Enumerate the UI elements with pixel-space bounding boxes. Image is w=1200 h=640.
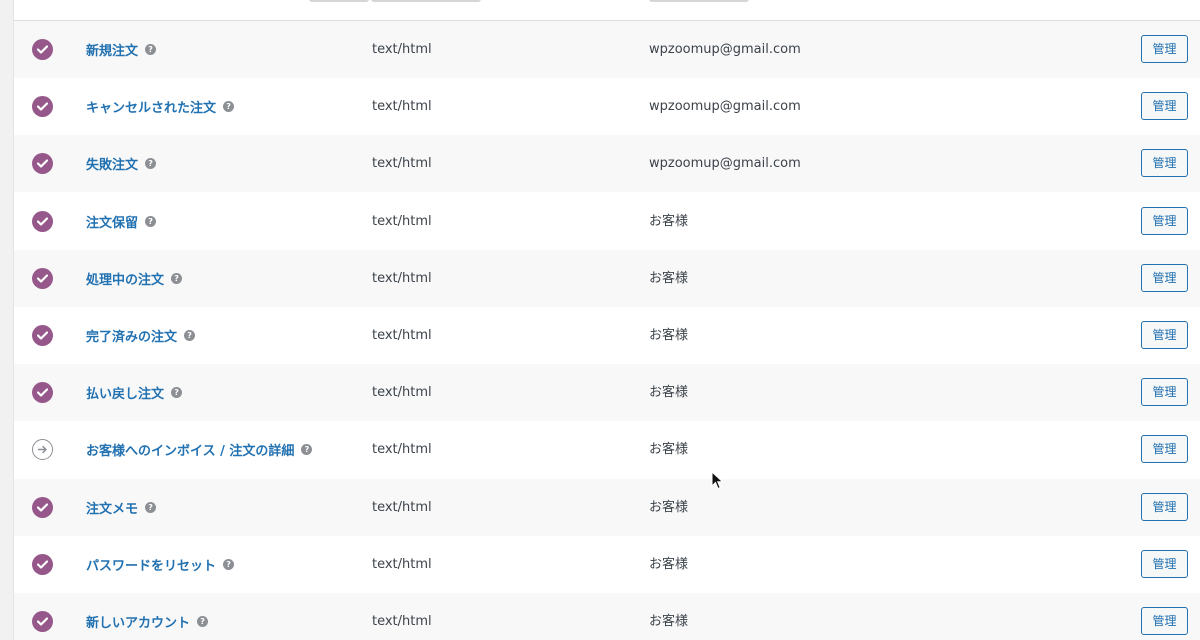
table-row: 注文保留? text/html お客様 管理 (14, 192, 1200, 250)
content-type: text/html (372, 99, 432, 115)
table-header (14, 0, 1200, 21)
table-row: 処理中の注文? text/html お客様 管理 (14, 249, 1200, 307)
email-name-cell: 新規注文? (86, 21, 157, 78)
enabled-check-icon (32, 210, 53, 232)
manage-button[interactable]: 管理 (1141, 378, 1188, 407)
table-row: 新規注文? text/html wpzoomup@gmail.com 管理 (14, 21, 1200, 78)
email-name-cell: 完了済みの注文? (86, 307, 196, 364)
manage-button[interactable]: 管理 (1141, 321, 1188, 349)
recipient: お客様 (649, 213, 689, 229)
email-name-link[interactable]: 完了済みの注文 (86, 330, 177, 345)
help-tip-icon[interactable]: ? (171, 387, 183, 399)
email-name-link[interactable]: お客様へのインボイス / 注文の詳細 (86, 444, 294, 459)
table-row: 完了済みの注文? text/html お客様 管理 (14, 307, 1200, 364)
header-cell-cutoff (309, 0, 369, 2)
manage-button[interactable]: 管理 (1141, 492, 1188, 521)
help-tip-icon[interactable]: ? (223, 558, 235, 570)
content-type: text/html (372, 556, 432, 572)
email-name-cell: 新しいアカウント? (86, 593, 209, 640)
content-type: text/html (372, 270, 432, 286)
manage-button[interactable]: 管理 (1141, 149, 1188, 178)
table-row: キャンセルされた注文? text/html wpzoomup@gmail.com 管理 (14, 78, 1200, 136)
email-name-link[interactable]: 払い戻し注文 (86, 387, 164, 402)
table-row: 新しいアカウント? text/html お客様 管理 (14, 593, 1200, 640)
content-type: text/html (372, 213, 432, 229)
recipient: お客様 (649, 499, 689, 515)
recipient: wpzoomup@gmail.com (649, 99, 801, 115)
recipient: お客様 (649, 385, 689, 401)
manage-button[interactable]: 管理 (1141, 435, 1188, 464)
email-name-cell: キャンセルされた注文? (86, 78, 235, 135)
help-tip-icon[interactable]: ? (171, 272, 183, 284)
mouse-cursor-icon (711, 471, 724, 490)
enabled-check-icon (32, 325, 53, 346)
recipient: お客様 (649, 270, 689, 286)
email-name-cell: パスワードをリセット? (86, 536, 235, 593)
content-type: text/html (372, 442, 432, 458)
email-name-link[interactable]: 新規注文 (86, 44, 138, 59)
content-type: text/html (372, 385, 432, 401)
help-tip-icon[interactable]: ? (301, 444, 313, 456)
help-tip-icon[interactable]: ? (145, 44, 157, 55)
email-notifications-table: 新規注文? text/html wpzoomup@gmail.com 管理 キャンセルさ… (13, 0, 1200, 640)
manage-button[interactable]: 管理 (1141, 92, 1188, 121)
manage-button[interactable]: 管理 (1141, 35, 1188, 63)
table-row: お客様へのインボイス / 注文の詳細? text/html お客様 管理 (14, 421, 1200, 479)
email-name-cell: 失敗注文? (86, 135, 157, 192)
manage-button[interactable]: 管理 (1141, 549, 1188, 578)
help-tip-icon[interactable]: ? (145, 501, 157, 513)
email-name-cell: 処理中の注文? (86, 250, 183, 307)
recipient: お客様 (649, 442, 689, 458)
email-name-link[interactable]: 注文メモ (86, 502, 138, 517)
recipient: wpzoomup@gmail.com (649, 42, 801, 57)
enabled-check-icon (32, 153, 53, 175)
table-row: 注文メモ? text/html お客様 管理 (14, 478, 1200, 536)
header-cell-cutoff (371, 0, 481, 2)
header-cell-cutoff (649, 0, 749, 2)
table-row: 失敗注文? text/html wpzoomup@gmail.com 管理 (14, 135, 1200, 193)
enabled-check-icon (32, 267, 53, 289)
help-tip-icon[interactable]: ? (223, 101, 235, 113)
email-name-cell: 払い戻し注文? (86, 364, 183, 421)
table-row: パスワードをリセット? text/html お客様 管理 (14, 535, 1200, 593)
content-type: text/html (372, 499, 432, 515)
manual-arrow-icon (32, 439, 53, 461)
email-name-link[interactable]: パスワードをリセット (86, 559, 216, 574)
email-name-link[interactable]: キャンセルされた注文 (86, 101, 216, 116)
manage-button[interactable]: 管理 (1141, 607, 1188, 635)
help-tip-icon[interactable]: ? (184, 330, 196, 341)
recipient: wpzoomup@gmail.com (649, 156, 801, 172)
manage-button[interactable]: 管理 (1141, 263, 1188, 292)
recipient: お客様 (649, 328, 689, 343)
help-tip-icon[interactable]: ? (145, 215, 157, 227)
enabled-check-icon (32, 382, 53, 404)
table-row: 払い戻し注文? text/html お客様 管理 (14, 364, 1200, 422)
enabled-check-icon (32, 96, 53, 118)
email-name-link[interactable]: 失敗注文 (86, 158, 138, 173)
recipient: お客様 (649, 556, 689, 572)
enabled-check-icon (32, 553, 53, 575)
email-name-cell: お客様へのインボイス / 注文の詳細? (86, 421, 313, 478)
recipient: お客様 (649, 614, 689, 629)
content-type: text/html (372, 328, 432, 343)
email-name-cell: 注文メモ? (86, 479, 157, 536)
email-name-link[interactable]: 処理中の注文 (86, 273, 164, 288)
email-name-link[interactable]: 注文保留 (86, 216, 138, 231)
email-name-cell: 注文保留? (86, 193, 157, 250)
content-type: text/html (372, 156, 432, 172)
content-type: text/html (372, 42, 432, 57)
content-type: text/html (372, 614, 432, 629)
help-tip-icon[interactable]: ? (145, 158, 157, 170)
enabled-check-icon (32, 39, 53, 60)
manage-button[interactable]: 管理 (1141, 206, 1188, 235)
enabled-check-icon (32, 496, 53, 518)
email-name-link[interactable]: 新しいアカウント (86, 616, 190, 631)
